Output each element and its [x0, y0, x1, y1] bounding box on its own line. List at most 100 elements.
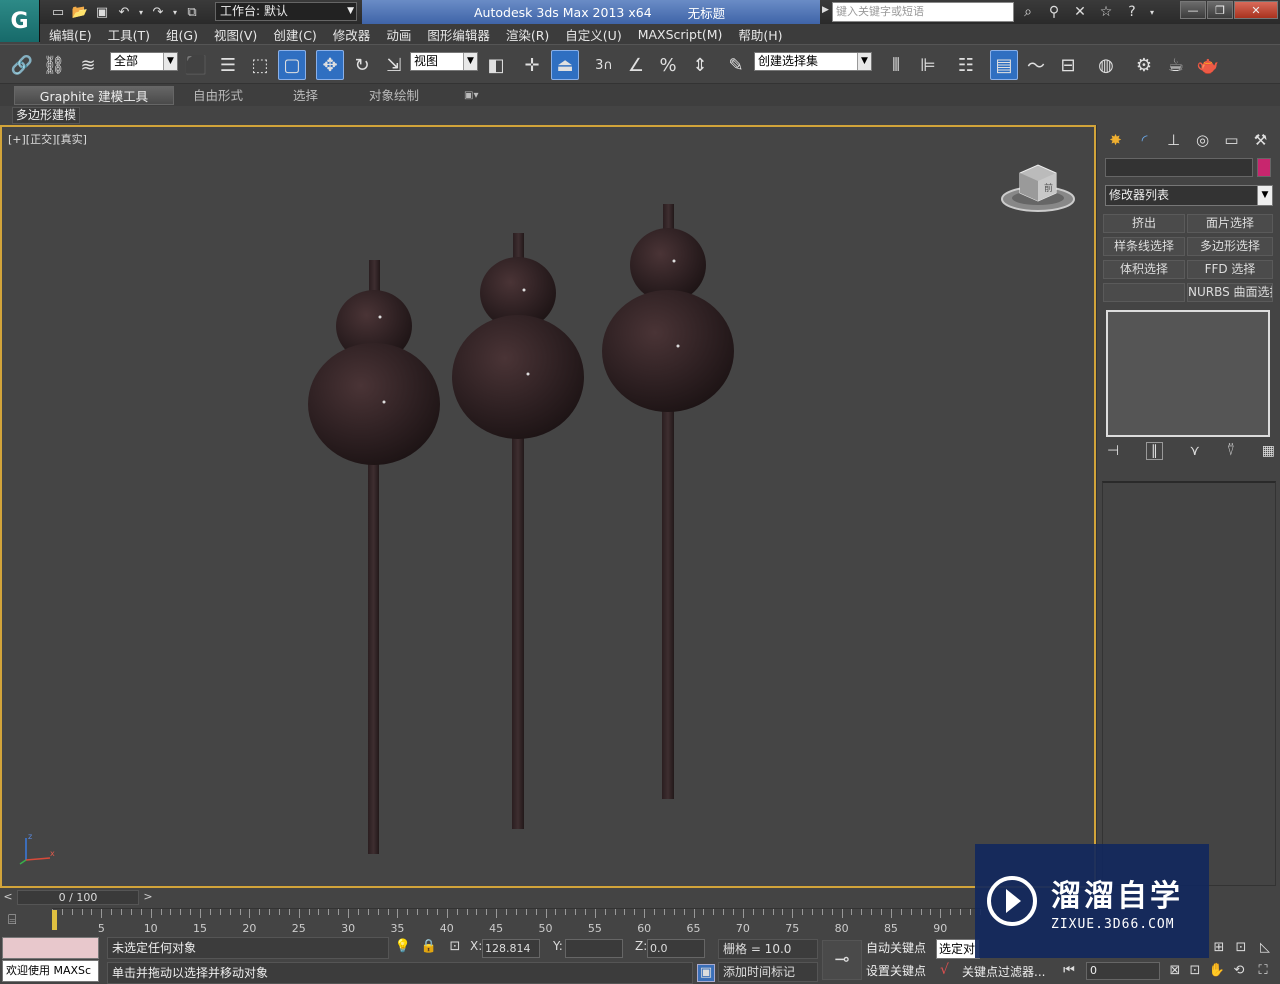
select-object-icon[interactable]: ⬛ [182, 50, 210, 80]
modifier-list-dropdown[interactable]: 修改器列表 ▼ [1105, 185, 1273, 206]
link-icon[interactable]: 🔗 [8, 50, 36, 80]
redo-icon[interactable]: ↷ [148, 3, 168, 21]
tab-object-paint[interactable]: 对象绘制 [369, 86, 419, 105]
workspace-dropdown[interactable]: 工作台: 默认 ▼ [215, 2, 357, 21]
render-production-icon[interactable]: 🫖 [1194, 50, 1222, 80]
key-mode-dropdown[interactable]: 选定对 [936, 939, 980, 959]
pin-stack-icon[interactable]: ⊣ [1107, 443, 1119, 459]
rectangular-selection-icon[interactable]: ⬚ [246, 50, 274, 80]
window-crossing-icon[interactable]: ▢ [278, 50, 306, 80]
time-tag-icon[interactable]: ▣ [697, 964, 715, 982]
angle-snap-icon[interactable]: ∠ [622, 50, 650, 80]
select-and-scale-icon[interactable]: ⇲ [380, 50, 408, 80]
open-file-icon[interactable]: 📂 [70, 3, 90, 21]
poly-select-button[interactable]: 多边形选择 [1187, 237, 1273, 256]
vol-select-button[interactable]: 体积选择 [1103, 260, 1185, 279]
configure-modifier-sets-icon[interactable]: ▦ [1262, 443, 1275, 459]
render-setup-icon[interactable]: ⚙ [1130, 50, 1158, 80]
patch-select-button[interactable]: 面片选择 [1187, 214, 1273, 233]
snaps-toggle-icon[interactable]: 3 ∩ [590, 50, 618, 80]
curve-editor-icon[interactable]: 〜 [1022, 50, 1050, 80]
menu-animation[interactable]: 动画 [377, 25, 418, 44]
help-icon[interactable]: ? [1120, 2, 1144, 22]
key-filters-button[interactable]: 关键点过滤器... [962, 962, 1045, 982]
tab-freeform[interactable]: 自由形式 [193, 86, 243, 105]
subscription-key-icon[interactable]: ⚲ [1042, 2, 1066, 22]
field-of-view-icon[interactable]: ◺ [1256, 939, 1274, 957]
ffd-select-button[interactable]: FFD 选择 [1187, 260, 1273, 279]
set-key-icon[interactable]: ⊸ [822, 940, 862, 980]
empty-modifier-button[interactable] [1103, 283, 1185, 302]
keyboard-shortcut-toggle-icon[interactable]: ⏏ [551, 50, 579, 80]
search-expand-icon[interactable]: ▶ [822, 5, 829, 15]
add-time-tag[interactable]: 添加时间标记 [718, 962, 818, 982]
extrude-button[interactable]: 挤出 [1103, 214, 1185, 233]
menu-help[interactable]: 帮助(H) [729, 25, 789, 44]
spline-select-button[interactable]: 样条线选择 [1103, 237, 1185, 256]
modifier-stack[interactable] [1106, 310, 1270, 437]
manipulate-icon[interactable]: ✛ [518, 50, 546, 80]
restore-icon[interactable]: ❐ [1207, 1, 1233, 19]
show-end-result-icon[interactable]: ∥ [1145, 442, 1163, 460]
undo-dropdown-icon[interactable]: ▾ [136, 3, 146, 21]
isolate-selection-icon[interactable]: 💡 [394, 939, 412, 957]
hierarchy-tab-icon[interactable]: ⊥ [1161, 129, 1186, 151]
reference-coordinate-dropdown[interactable]: 视图 ▼ [410, 52, 478, 71]
binoculars-icon[interactable]: ⌕ [1016, 2, 1040, 22]
time-slider-handle[interactable]: 0 / 100 [17, 890, 139, 905]
viewport-label[interactable]: [+][正交][真实] [8, 131, 87, 147]
select-and-move-icon[interactable]: ✥ [316, 50, 344, 80]
maxscript-listener-mini[interactable] [2, 937, 99, 959]
menu-rendering[interactable]: 渲染(R) [497, 25, 556, 44]
save-file-icon[interactable]: ▣ [92, 3, 112, 21]
current-frame-field[interactable]: 0 [1086, 962, 1160, 980]
selection-lock-icon[interactable]: 🔒 [420, 939, 438, 957]
tab-selection[interactable]: 选择 [293, 86, 318, 105]
new-file-icon[interactable]: ▭ [48, 3, 68, 21]
absolute-transform-icon[interactable]: ⊡ [446, 939, 464, 957]
x-coordinate-field[interactable]: 128.814 [482, 939, 540, 958]
zoom-icon[interactable]: ⊡ [1186, 962, 1204, 980]
make-unique-icon[interactable]: ⋎ [1190, 443, 1200, 459]
rendered-frame-window-icon[interactable]: ☕ [1162, 50, 1190, 80]
selection-filter-dropdown[interactable]: 全部 ▼ [110, 52, 178, 71]
nurbs-surface-select-button[interactable]: NURBS 曲面选择 [1187, 283, 1273, 302]
current-time-marker[interactable] [52, 910, 57, 930]
motion-tab-icon[interactable]: ◎ [1190, 129, 1215, 151]
mini-curve-editor-icon[interactable]: ⌸ [8, 912, 36, 930]
viewcube-icon[interactable]: 前 [1000, 161, 1076, 213]
menu-graph-editors[interactable]: 图形编辑器 [418, 25, 497, 44]
project-folder-icon[interactable]: ⧉ [182, 3, 202, 21]
go-to-start-icon[interactable]: ⏮ [1060, 962, 1078, 980]
create-tab-icon[interactable]: ✸ [1103, 129, 1128, 151]
redo-dropdown-icon[interactable]: ▾ [170, 3, 180, 21]
gourd-model-2[interactable] [452, 233, 584, 829]
pan-hand-icon[interactable]: ✋ [1208, 962, 1226, 980]
menu-group[interactable]: 组(G) [157, 25, 205, 44]
pivot-center-icon[interactable]: ◧ [482, 50, 510, 80]
zoom-extents-all-icon[interactable]: ⊡ [1232, 939, 1250, 957]
communication-icon[interactable]: ✕ [1068, 2, 1092, 22]
material-editor-icon[interactable]: ◍ [1092, 50, 1120, 80]
next-frame-arrow-icon[interactable]: > [141, 890, 155, 905]
remove-modifier-icon[interactable]: ⍢ [1227, 443, 1235, 459]
gourd-model-3[interactable] [602, 204, 734, 799]
help-dropdown-icon[interactable]: ▾ [1146, 2, 1158, 22]
minimize-icon[interactable]: — [1180, 1, 1206, 19]
utilities-tab-icon[interactable]: ⚒ [1248, 129, 1273, 151]
z-coordinate-field[interactable]: 0.0 [647, 939, 705, 958]
zoom-extents-icon[interactable]: ⊞ [1210, 939, 1228, 957]
menu-customize[interactable]: 自定义(U) [556, 25, 628, 44]
polygon-modeling-button[interactable]: 多边形建模 [12, 107, 81, 124]
bind-space-warp-icon[interactable]: ≋ [74, 50, 102, 80]
modify-tab-icon[interactable]: ◜ [1132, 129, 1157, 151]
tab-graphite-modeling[interactable]: Graphite 建模工具 [14, 86, 174, 105]
favorites-star-icon[interactable]: ☆ [1094, 2, 1118, 22]
app-logo-icon[interactable]: G [0, 0, 40, 42]
menu-tools[interactable]: 工具(T) [99, 25, 157, 44]
viewport-scene[interactable] [2, 127, 1094, 886]
maxscript-welcome[interactable]: 欢迎使用 MAXSc [2, 960, 99, 982]
object-name-field[interactable] [1105, 158, 1253, 177]
schematic-view-icon[interactable]: ⊟ [1054, 50, 1082, 80]
undo-icon[interactable]: ↶ [114, 3, 134, 21]
